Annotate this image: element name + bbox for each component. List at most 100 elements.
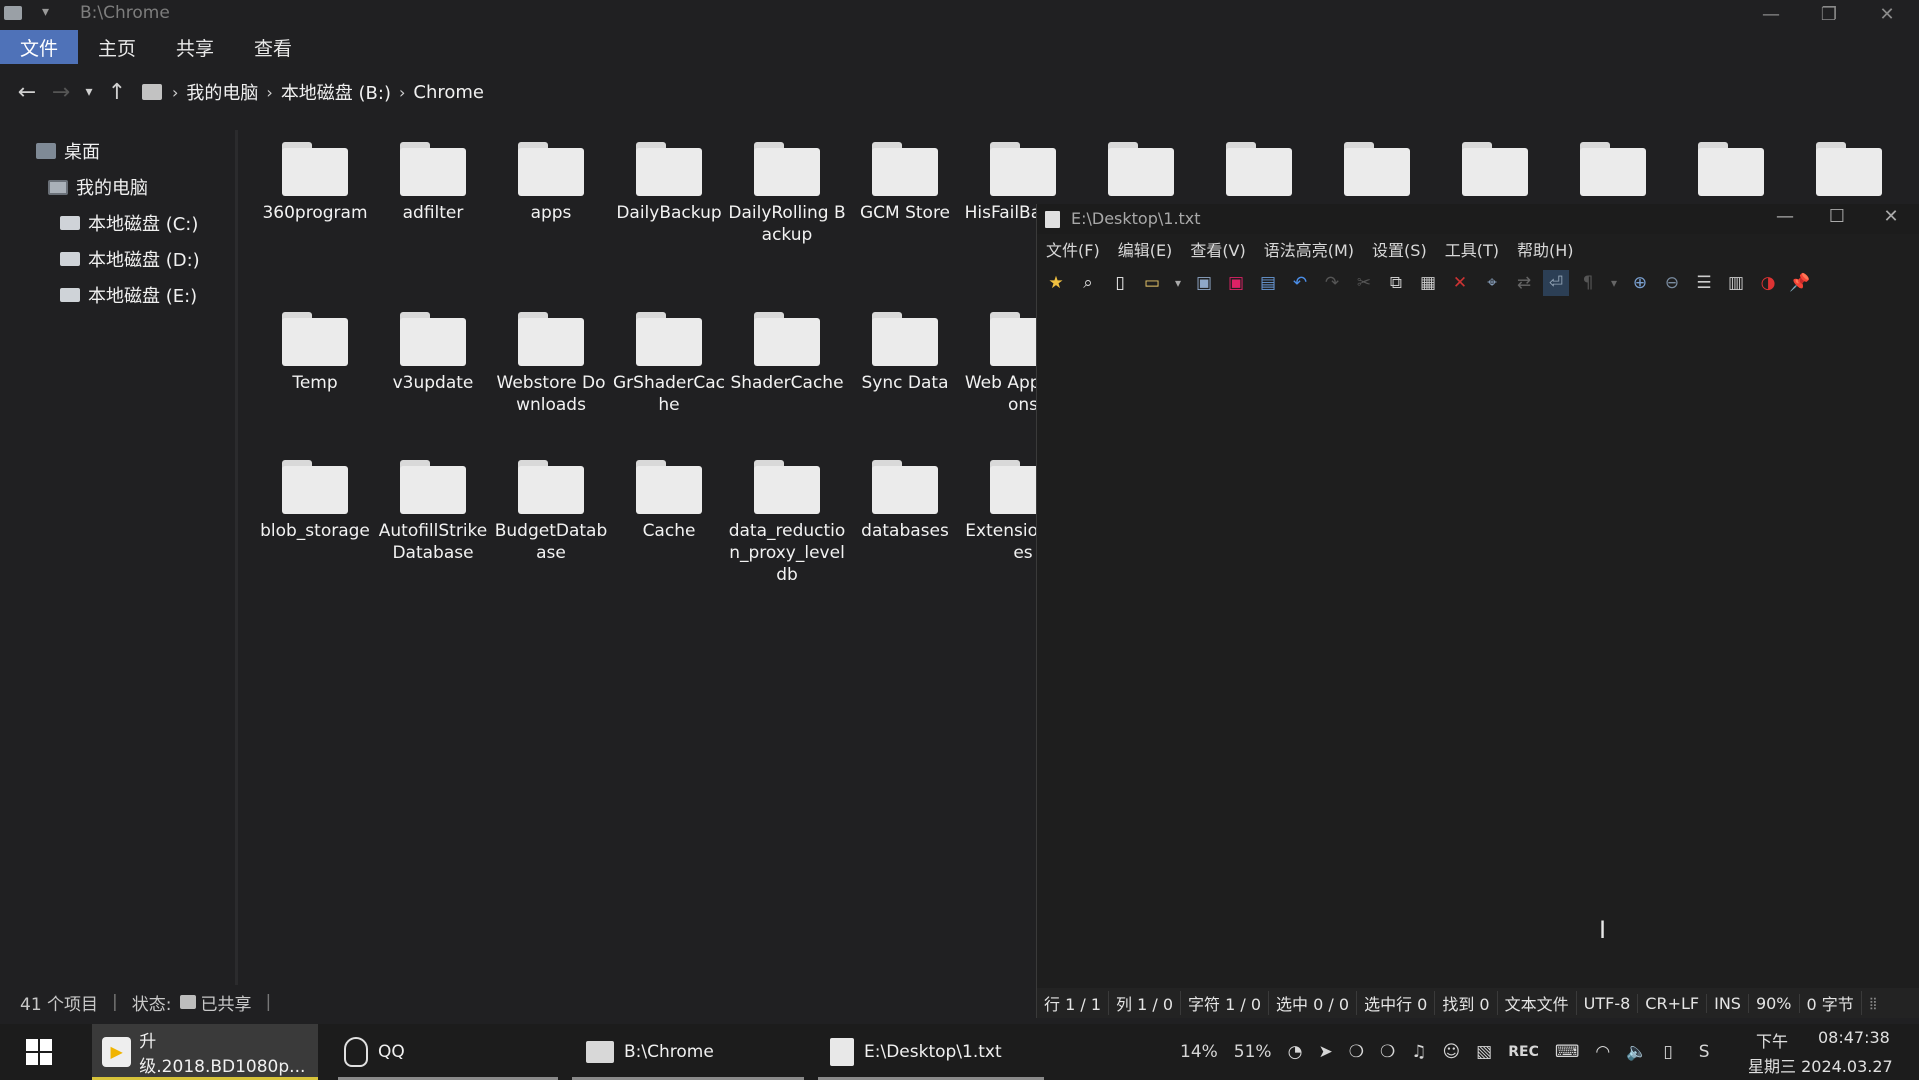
taskbar-item-explorer[interactable]: B:\Chrome xyxy=(572,1024,804,1080)
menu-file[interactable]: 文件(F) xyxy=(1046,237,1100,261)
folder-item[interactable]: v3update xyxy=(374,312,492,394)
memory-usage: 51% xyxy=(1233,1042,1272,1062)
taskbar-item-qq[interactable]: QQ xyxy=(338,1024,558,1080)
open-dropdown-icon[interactable]: ▾ xyxy=(1171,270,1185,296)
folder-item[interactable]: AutofillStrikeDatabase xyxy=(374,460,492,564)
wifi-icon[interactable]: ◠ xyxy=(1595,1042,1610,1062)
menu-tools[interactable]: 工具(T) xyxy=(1445,237,1499,261)
favorites-icon[interactable]: ★ xyxy=(1043,270,1069,296)
delete-icon[interactable]: ✕ xyxy=(1447,270,1473,296)
volume-icon[interactable]: 🔈 xyxy=(1626,1042,1647,1062)
status-selection: 选中 0 / 0 xyxy=(1269,991,1358,1015)
taskbar-item-player[interactable]: ▶ 升级.2018.BD1080p... xyxy=(92,1024,318,1080)
wechat-work-icon[interactable]: ❍ xyxy=(1380,1042,1395,1062)
start-button[interactable] xyxy=(0,1024,78,1080)
menu-settings[interactable]: 设置(S) xyxy=(1372,237,1427,261)
menu-edit[interactable]: 编辑(E) xyxy=(1118,237,1173,261)
folder-item[interactable]: Sync Data xyxy=(846,312,964,394)
item-count: 41 个项目 xyxy=(20,994,99,1015)
folder-item[interactable] xyxy=(1554,142,1672,196)
exit-icon[interactable]: ◑ xyxy=(1755,270,1781,296)
new-file-icon[interactable]: ▯ xyxy=(1107,270,1133,296)
menu-syntax[interactable]: 语法高亮(M) xyxy=(1264,237,1354,261)
copy-icon[interactable]: ⧉ xyxy=(1383,270,1409,296)
close-button[interactable]: ✕ xyxy=(1865,206,1917,232)
folder-item[interactable]: GCM Store xyxy=(846,142,964,224)
folder-icon xyxy=(990,142,1056,196)
save-all-icon[interactable]: ▤ xyxy=(1255,270,1281,296)
folder-item[interactable]: apps xyxy=(492,142,610,224)
wechat-icon[interactable]: ❍ xyxy=(1349,1042,1364,1062)
clock-time[interactable]: 08:47:38 xyxy=(1818,1028,1890,1047)
status-zoom[interactable]: 90% xyxy=(1749,993,1800,1013)
save-as-icon[interactable]: ▣ xyxy=(1223,270,1249,296)
notification-bell-icon[interactable]: ♫ xyxy=(1411,1042,1426,1062)
folder-item[interactable]: ShaderCache xyxy=(728,312,846,394)
input-method-icon[interactable]: ⌨ xyxy=(1555,1042,1580,1062)
language-icon[interactable]: S xyxy=(1699,1042,1710,1062)
open-file-icon[interactable]: ▭ xyxy=(1139,270,1165,296)
notepad-icon xyxy=(830,1038,854,1066)
folder-item[interactable]: adfilter xyxy=(374,142,492,224)
status-divider: | xyxy=(265,992,272,1012)
redo-icon[interactable]: ↷ xyxy=(1319,270,1345,296)
speedometer-icon[interactable]: ◔ xyxy=(1288,1042,1303,1062)
word-wrap-icon[interactable]: ⏎ xyxy=(1543,270,1569,296)
folder-item[interactable]: Cache xyxy=(610,460,728,542)
paste-icon[interactable]: ▦ xyxy=(1415,270,1441,296)
windows-icon xyxy=(26,1039,52,1065)
qq-tray-icon[interactable]: ☺ xyxy=(1442,1042,1460,1062)
find-icon[interactable]: ⌖ xyxy=(1479,270,1505,296)
battery-icon[interactable]: ▯ xyxy=(1663,1042,1672,1062)
clock-date[interactable]: 星期三 2024.03.27 xyxy=(1748,1053,1893,1077)
notepad-editor[interactable]: I xyxy=(1037,302,1919,987)
folder-item[interactable] xyxy=(1790,142,1908,196)
maximize-button[interactable]: ☐ xyxy=(1811,206,1863,232)
replace-icon[interactable]: ⇄ xyxy=(1511,270,1537,296)
folder-item[interactable]: GrShaderCache xyxy=(610,312,728,416)
menu-help[interactable]: 帮助(H) xyxy=(1517,237,1574,261)
folder-item[interactable] xyxy=(1200,142,1318,196)
settings-panel-icon[interactable]: ▥ xyxy=(1723,270,1749,296)
telegram-icon[interactable]: ➤ xyxy=(1318,1042,1332,1062)
folder-item[interactable] xyxy=(1318,142,1436,196)
folder-item[interactable]: 360program xyxy=(256,142,374,224)
cut-icon[interactable]: ✂ xyxy=(1351,270,1377,296)
folder-item[interactable]: Webstore Downloads xyxy=(492,312,610,416)
folder-item[interactable]: Temp xyxy=(256,312,374,394)
status-line-ending[interactable]: CR+LF xyxy=(1638,993,1708,1013)
zoom-in-icon[interactable]: ⊕ xyxy=(1627,270,1653,296)
show-symbols-icon[interactable]: ¶ xyxy=(1575,270,1601,296)
browse-icon[interactable]: ⌕ xyxy=(1075,270,1101,296)
view-list-icon[interactable]: ☰ xyxy=(1691,270,1717,296)
folder-item[interactable]: databases xyxy=(846,460,964,542)
folder-item[interactable]: DailyRolling Backup xyxy=(728,142,846,246)
pin-icon[interactable]: 📌 xyxy=(1787,270,1813,296)
taskbar-item-notepad[interactable]: E:\Desktop\1.txt xyxy=(818,1024,1044,1080)
folder-label: DailyRolling Backup xyxy=(728,203,846,245)
folder-item[interactable]: BudgetDatabase xyxy=(492,460,610,564)
menu-view[interactable]: 查看(V) xyxy=(1190,237,1245,261)
status-encoding[interactable]: UTF-8 xyxy=(1577,993,1639,1013)
minimize-button[interactable]: — xyxy=(1759,206,1811,232)
save-icon[interactable]: ▣ xyxy=(1191,270,1217,296)
folder-item[interactable]: blob_storage xyxy=(256,460,374,542)
folder-label: ShaderCache xyxy=(730,373,844,393)
clock-ampm[interactable]: 下午 xyxy=(1756,1028,1788,1052)
folder-item[interactable]: DailyBackup xyxy=(610,142,728,224)
symbols-dropdown-icon[interactable]: ▾ xyxy=(1607,270,1621,296)
folder-item[interactable] xyxy=(1082,142,1200,196)
folder-item[interactable] xyxy=(1436,142,1554,196)
photos-icon[interactable]: ▧ xyxy=(1476,1042,1492,1062)
folder-icon xyxy=(754,142,820,196)
resize-grip-icon[interactable]: ⣿ xyxy=(1862,996,1885,1010)
status-insert-mode[interactable]: INS xyxy=(1707,993,1749,1013)
folder-label: Cache xyxy=(642,521,696,541)
rec-indicator[interactable]: REC xyxy=(1508,1044,1539,1060)
folder-item[interactable]: data_reduction_proxy_leveldb xyxy=(728,460,846,586)
folder-item[interactable] xyxy=(1672,142,1790,196)
folder-icon xyxy=(518,142,584,196)
zoom-out-icon[interactable]: ⊖ xyxy=(1659,270,1685,296)
undo-icon[interactable]: ↶ xyxy=(1287,270,1313,296)
folder-label: 360program xyxy=(262,203,368,223)
